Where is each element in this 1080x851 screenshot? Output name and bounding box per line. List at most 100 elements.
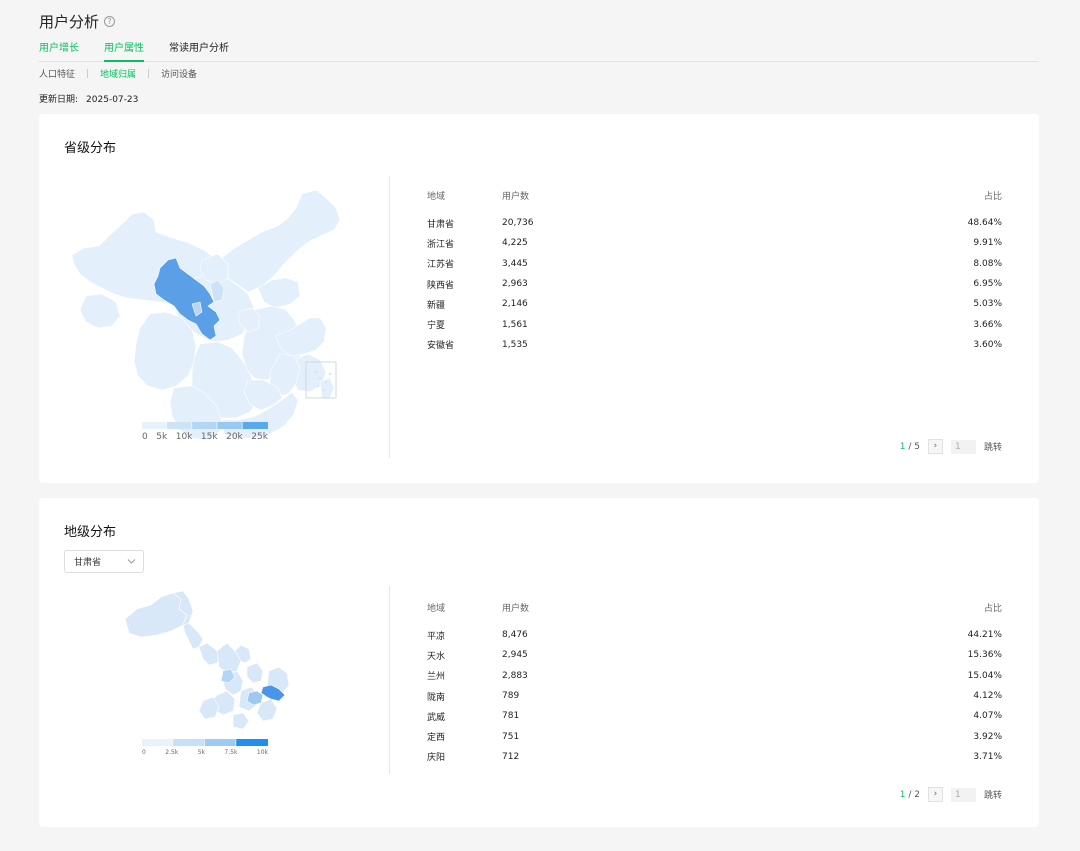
column-header-users: 用户数 xyxy=(502,604,530,614)
legend-tick: 10k xyxy=(256,749,268,756)
city-legend: 0 2.5k 5k 7.5k 10k xyxy=(142,739,268,756)
cell-region: 陇南 xyxy=(427,692,446,703)
table-header: 地域 用户数 占比 xyxy=(427,601,1002,615)
help-icon[interactable]: ? xyxy=(104,16,116,27)
cell-share: 8.08% xyxy=(973,258,1002,269)
sub-tabs: 人口特征 地域归属 访问设备 xyxy=(39,67,197,80)
legend-tick: 20k xyxy=(226,432,243,442)
tab-user-growth[interactable]: 用户增长 xyxy=(39,42,79,62)
subtab-region[interactable]: 地域归属 xyxy=(100,67,136,80)
cell-users: 2,883 xyxy=(502,670,528,681)
page-jump-input[interactable] xyxy=(950,439,976,454)
pagination-slash: / xyxy=(905,441,915,452)
column-header-region: 地域 xyxy=(427,192,446,202)
cell-users: 2,146 xyxy=(502,299,528,310)
legend-tick: 25k xyxy=(251,432,268,442)
map-region xyxy=(216,642,242,674)
cell-share: 3.92% xyxy=(973,731,1002,742)
legend-tick: 5k xyxy=(156,432,168,442)
column-header-users: 用户数 xyxy=(502,192,530,202)
legend-gradient xyxy=(142,739,268,746)
table-row: 平凉 8,476 44.21% xyxy=(427,625,1002,645)
cell-users: 789 xyxy=(502,691,520,702)
province-card-title: 省级分布 xyxy=(64,141,117,156)
tab-user-attributes[interactable]: 用户属性 xyxy=(104,42,144,62)
map-region xyxy=(246,662,264,684)
table-row: 定西 751 3.92% xyxy=(427,726,1002,746)
cell-share: 5.03% xyxy=(973,299,1002,310)
province-legend: 0 5k 10k 15k 20k 25k xyxy=(142,422,268,442)
page-title: 用户分析 ? xyxy=(39,11,116,32)
cell-share: 3.71% xyxy=(973,751,1002,762)
table-header: 地域 用户数 占比 xyxy=(427,189,1002,203)
table-row: 兰州 2,883 15.04% xyxy=(427,666,1002,686)
legend-gradient xyxy=(142,422,268,429)
cell-share: 48.64% xyxy=(967,218,1002,229)
chevron-down-icon xyxy=(127,559,136,564)
next-page-button[interactable]: › xyxy=(927,787,943,802)
subtab-divider xyxy=(148,69,150,78)
column-header-share: 占比 xyxy=(983,604,1002,614)
map-region xyxy=(182,622,204,650)
table-row: 江苏省 3,445 8.08% xyxy=(427,254,1002,274)
map-region xyxy=(79,293,121,329)
cell-users: 20,736 xyxy=(502,218,534,229)
cell-share: 3.60% xyxy=(973,339,1002,350)
jump-button[interactable]: 跳转 xyxy=(984,788,1002,801)
cell-share: 44.21% xyxy=(967,630,1002,641)
cell-region: 庆阳 xyxy=(427,753,446,764)
legend-tick: 0 xyxy=(142,749,146,756)
cell-users: 2,945 xyxy=(502,650,528,661)
cell-users: 1,561 xyxy=(502,319,528,330)
page-jump-input[interactable] xyxy=(950,787,976,802)
map-region xyxy=(133,311,197,391)
map-region-highlight xyxy=(246,690,264,706)
cell-region: 天水 xyxy=(427,651,446,662)
map-region xyxy=(124,592,188,638)
city-table: 地域 用户数 占比 平凉 8,476 44.21% 天水 2,945 15.36% 兰州… xyxy=(427,601,1002,767)
table-row: 宁夏 1,561 3.66% xyxy=(427,314,1002,334)
update-date-value: 2025-07-23 xyxy=(86,95,139,105)
cell-users: 3,445 xyxy=(502,258,528,269)
cell-region: 甘肃省 xyxy=(427,219,455,230)
province-table: 地域 用户数 占比 甘肃省 20,736 48.64% 浙江省 4,225 9.91% … xyxy=(427,189,1002,355)
table-row: 庆阳 712 3.71% xyxy=(427,747,1002,767)
province-select-value: 甘肃省 xyxy=(74,558,102,568)
china-map xyxy=(71,189,341,441)
table-row: 天水 2,945 15.36% xyxy=(427,645,1002,665)
tab-frequent-reader-analysis[interactable]: 常读用户分析 xyxy=(169,42,229,62)
gansu-map xyxy=(124,591,290,730)
cell-share: 4.07% xyxy=(973,711,1002,722)
legend-tick: 10k xyxy=(175,432,193,442)
map-region xyxy=(213,189,341,293)
legend-tick: 5k xyxy=(197,749,205,756)
table-row: 甘肃省 20,736 48.64% xyxy=(427,213,1002,233)
province-select[interactable]: 甘肃省 xyxy=(64,550,144,573)
cell-region: 武威 xyxy=(427,712,446,723)
cell-users: 4,225 xyxy=(502,238,528,249)
cell-region: 安徽省 xyxy=(427,341,455,352)
cell-share: 9.91% xyxy=(973,238,1002,249)
table-row: 陇南 789 4.12% xyxy=(427,686,1002,706)
cell-share: 6.95% xyxy=(973,279,1002,290)
legend-tick: 2.5k xyxy=(165,749,179,756)
card-divider xyxy=(389,176,390,458)
legend-tick: 0 xyxy=(142,432,148,442)
pagination-total: 2 xyxy=(914,789,920,800)
city-card-title: 地级分布 xyxy=(64,525,117,540)
cell-users: 8,476 xyxy=(502,630,528,641)
legend-tick: 7.5k xyxy=(224,749,238,756)
map-region xyxy=(232,712,250,730)
pagination-slash: / xyxy=(905,789,915,800)
card-divider xyxy=(389,586,390,774)
jump-button[interactable]: 跳转 xyxy=(984,440,1002,453)
table-row: 浙江省 4,225 9.91% xyxy=(427,233,1002,253)
cell-users: 2,963 xyxy=(502,279,528,290)
cell-users: 712 xyxy=(502,751,520,762)
pagination-total: 5 xyxy=(914,441,920,452)
main-tabs: 用户增长 用户属性 常读用户分析 xyxy=(39,42,1039,62)
subtab-demographics[interactable]: 人口特征 xyxy=(39,67,75,80)
cell-share: 15.04% xyxy=(967,670,1002,681)
subtab-devices[interactable]: 访问设备 xyxy=(161,67,197,80)
next-page-button[interactable]: › xyxy=(927,439,943,454)
